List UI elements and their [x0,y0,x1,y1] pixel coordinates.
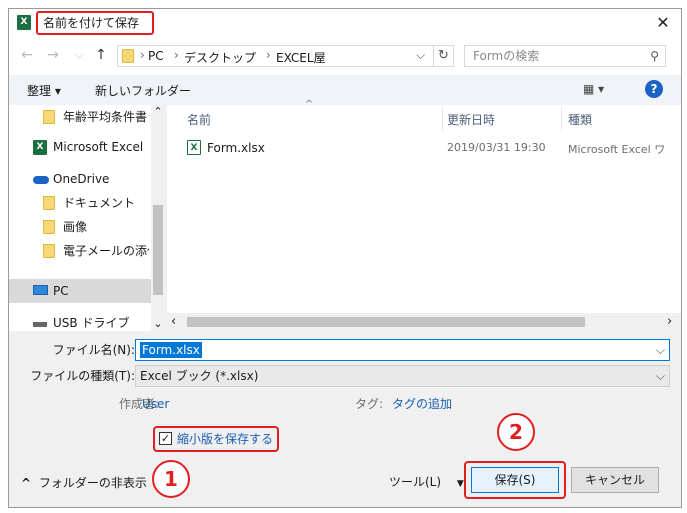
scroll-down-icon[interactable]: ⌄ [153,317,163,331]
address-bar[interactable]: › PC › デスクトップ › EXCEL屋 ⌵ [117,45,434,67]
chevron-down-icon[interactable]: ⌵ [656,366,665,386]
breadcrumb-pc[interactable]: PC [148,49,164,63]
folder-icon [43,220,55,234]
table-row[interactable]: X Form.xlsx 2019/03/31 19:30 Microsoft E… [179,137,679,159]
breadcrumb-separator: › [266,48,271,62]
folder-icon [122,49,134,63]
forward-arrow-icon[interactable]: → [45,47,61,63]
tools-dropdown-icon: ▼ [456,479,464,489]
breadcrumb-desktop[interactable]: デスクトップ [184,49,256,66]
filename-value: Form.xlsx [140,342,202,358]
annotation-marker-1: 1 [152,460,190,498]
column-divider[interactable] [561,107,562,131]
address-dropdown-icon[interactable]: ⌵ [416,48,425,63]
nav-item-label: ドキュメント [63,196,136,210]
thumbnail-label[interactable]: 縮小版を保存する [177,430,273,448]
breadcrumb-separator: › [140,48,145,62]
new-folder-button[interactable]: 新しいフォルダー [95,82,191,99]
cloud-icon [33,176,49,184]
nav-item-onedrive[interactable]: OneDrive [9,167,151,191]
nav-item-documents[interactable]: ドキュメント [9,191,151,215]
sort-indicator-icon: ^ [305,99,314,110]
nav-item-label: OneDrive [53,172,110,186]
breadcrumb-separator: › [174,48,179,62]
recent-chevron-icon[interactable]: ⌵ [71,47,87,63]
view-options-icon[interactable]: ▦ ▾ [583,82,604,96]
filename-input[interactable]: Form.xlsx ⌵ [135,339,670,361]
scroll-left-icon[interactable]: ‹ [171,314,183,329]
up-arrow-icon[interactable]: ↑ [93,47,109,63]
pc-icon [33,285,48,295]
column-header-modified[interactable]: 更新日時 [447,109,495,131]
chevron-up-icon: ^ [21,476,32,490]
refresh-button[interactable]: ↻ [434,45,454,67]
tags-link[interactable]: タグの追加 [392,393,452,415]
folder-icon [43,110,55,124]
chevron-down-icon[interactable]: ⌵ [656,340,665,360]
title-bar: X 名前を付けて保存 ✕ [9,9,681,37]
nav-item-pc[interactable]: PC [9,279,151,303]
column-header-type[interactable]: 種類 [568,109,592,131]
search-input[interactable]: Formの検索 ⚲ [464,45,666,67]
filetype-label: ファイルの種類(T): [30,369,135,383]
tags-label: タグ: [354,397,383,411]
hide-folders-button[interactable]: ^ フォルダーの非表示 [21,475,147,491]
hide-folders-label: フォルダーの非表示 [38,476,147,490]
search-placeholder: Formの検索 [473,49,540,63]
navigation-pane: 年齢平均条件書き X Microsoft Excel OneDrive ドキュメ… [9,105,165,354]
excel-icon: X [17,15,31,30]
column-divider[interactable] [442,107,443,131]
breadcrumb-excelya[interactable]: EXCEL屋 [276,49,326,66]
scroll-up-icon[interactable]: ⌃ [153,105,163,119]
nav-item-label: 画像 [63,220,88,234]
cancel-button[interactable]: キャンセル [571,467,659,493]
organize-menu[interactable]: 整理 ▾ [27,82,61,99]
folder-icon [43,196,55,210]
excel-file-icon: X [187,140,201,155]
nav-item-label: 電子メールの添付ファ [63,244,149,258]
filetype-value: Excel ブック (*.xlsx) [140,369,259,383]
excel-icon: X [33,140,47,155]
back-arrow-icon[interactable]: ← [19,47,35,63]
filename-label: ファイル名(N): [52,343,135,357]
nav-item-pictures[interactable]: 画像 [9,215,151,239]
file-modified: 2019/03/31 19:30 [447,141,546,154]
tools-label: ツール(L) [389,475,442,489]
author-value[interactable]: User [142,393,169,415]
command-toolbar: 整理 ▾ 新しいフォルダー ▦ ▾ [9,75,681,105]
save-button[interactable]: 保存(S) [471,467,559,493]
nav-item-label: Microsoft Excel [53,140,144,154]
nav-item-folder[interactable]: 年齢平均条件書き [9,105,151,129]
scroll-thumb[interactable] [153,205,163,295]
annotation-marker-2: 2 [497,413,535,451]
search-icon[interactable]: ⚲ [650,46,659,66]
tools-menu[interactable]: ツール(L) ▼ [389,473,464,493]
thumbnail-checkbox[interactable]: ✓ [159,432,172,445]
nav-item-label: PC [53,284,69,298]
file-name: Form.xlsx [207,141,265,155]
help-icon[interactable]: ? [645,80,663,98]
file-list-scrollbar[interactable]: ‹ › [167,313,681,331]
folder-icon [43,244,55,258]
scroll-right-icon[interactable]: › [667,314,679,329]
scroll-thumb[interactable] [187,317,585,327]
usb-drive-icon [33,322,47,327]
close-button[interactable]: ✕ [653,13,673,33]
nav-item-label: 年齢平均条件書き [63,110,149,124]
file-type: Microsoft Excel ワ [568,143,666,156]
column-header-name[interactable]: 名前 [187,109,211,131]
nav-scrollbar[interactable]: ⌃ ⌄ [151,105,165,331]
dialog-title: 名前を付けて保存 [36,11,154,35]
filetype-select[interactable]: Excel ブック (*.xlsx) ⌵ [135,365,670,387]
nav-item-microsoft-excel[interactable]: X Microsoft Excel [9,135,151,159]
save-as-dialog: X 名前を付けて保存 ✕ ← → ⌵ ↑ › PC › デスクトップ › EXC… [8,8,682,508]
nav-item-email-attachments[interactable]: 電子メールの添付ファ [9,239,151,263]
